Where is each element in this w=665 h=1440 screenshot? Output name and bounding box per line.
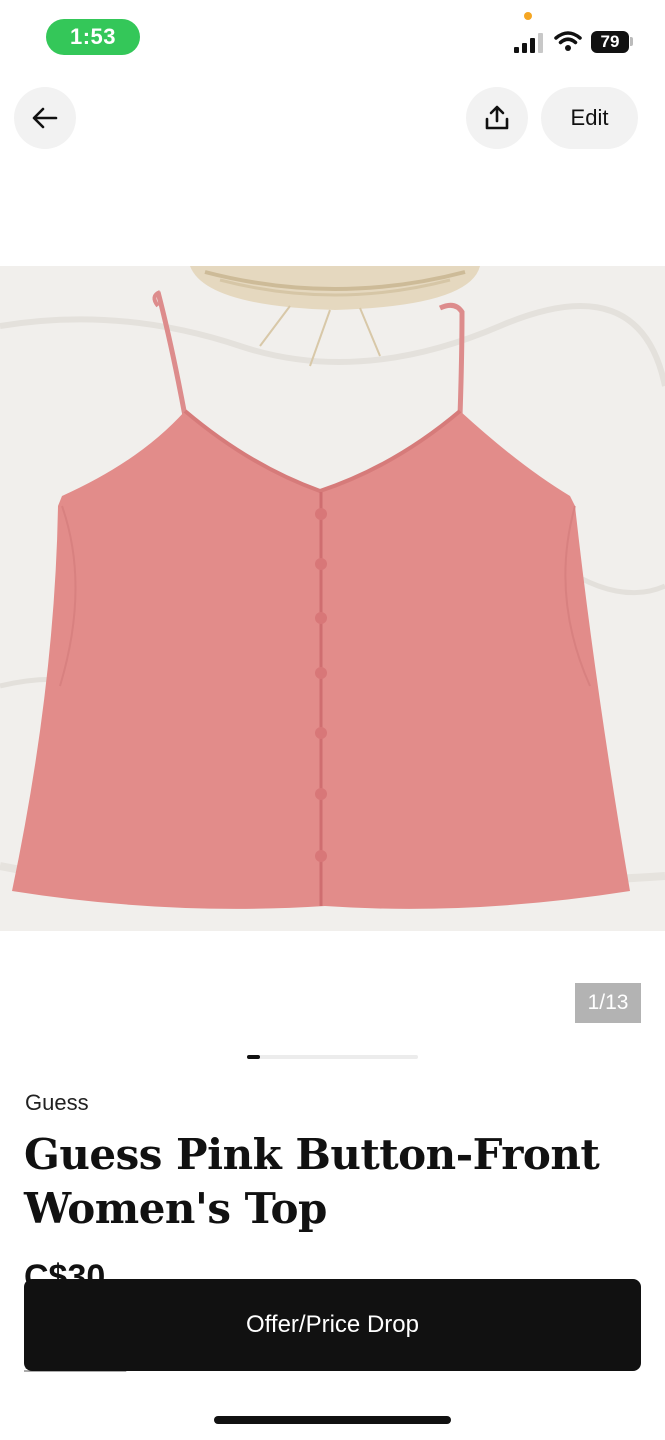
gallery-progress-track [247,1055,418,1059]
arrow-left-icon [32,107,58,129]
battery-nub [630,37,633,46]
pink-top-image [0,266,665,931]
offer-price-drop-button[interactable]: Offer/Price Drop [24,1279,641,1371]
wifi-icon [554,31,582,51]
edit-button[interactable]: Edit [541,87,638,149]
product-photo[interactable] [0,266,665,931]
privacy-indicator-dot [524,12,532,20]
photo-counter: 1/13 [575,983,641,1023]
cellular-signal-icon [514,33,543,53]
home-indicator[interactable] [214,1416,451,1424]
battery-level: 79 [591,31,629,53]
share-button[interactable] [466,87,528,149]
gallery-progress-fill [247,1055,261,1059]
share-upload-icon [485,105,509,130]
brand-label[interactable]: Guess [25,1090,89,1116]
back-button[interactable] [14,87,76,149]
status-time: 1:53 [46,19,140,55]
listing-title: Guess Pink Button-Front Women's Top [24,1130,600,1233]
